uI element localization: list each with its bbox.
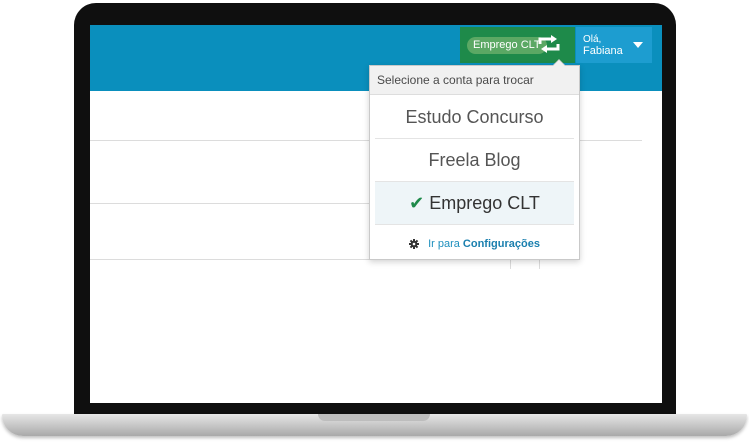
settings-link[interactable]: Ir para Configurações [370,234,579,254]
user-menu-button[interactable]: Olá, Fabiana [576,27,652,63]
settings-link-label: Configurações [462,238,540,250]
account-switch-button[interactable]: Emprego CLT [460,27,575,63]
check-icon: ✔ [409,193,425,213]
app-screen: Emprego CLT Olá, Fabiana Selecione a con… [90,25,662,403]
account-option-label: Estudo Concurso [405,107,544,127]
swap-accounts-icon [538,35,560,53]
user-name: Fabiana [583,45,623,57]
account-option-estudo-concurso[interactable]: Estudo Concurso [375,96,574,139]
caret-down-icon [633,42,643,48]
current-account-badge: Emprego CLT [467,37,547,54]
dropdown-title: Selecione a conta para trocar [370,66,579,95]
account-option-label: Emprego CLT [429,193,540,213]
account-option-freela-blog[interactable]: Freela Blog [375,139,574,182]
column-divider [510,259,511,269]
laptop-notch [318,414,430,421]
row-divider [90,203,380,204]
account-option-emprego-clt[interactable]: ✔ Emprego CLT [375,182,574,225]
settings-link-prefix: Ir para [428,238,460,250]
gear-icon [409,239,420,249]
account-option-label: Freela Blog [428,150,521,170]
user-greeting: Olá, [583,34,602,45]
column-divider [539,259,540,269]
account-switcher-dropdown: Selecione a conta para trocar Estudo Con… [369,59,580,260]
